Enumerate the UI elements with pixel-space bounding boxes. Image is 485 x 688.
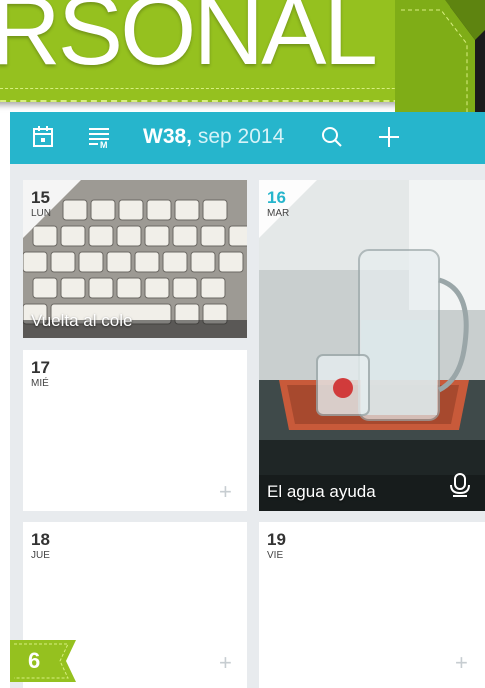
banner-stitch — [0, 88, 450, 89]
app-toolbar: M W38, sep 2014 — [10, 112, 485, 164]
month-view-icon[interactable]: M — [86, 124, 112, 150]
day-name: MIÉ — [31, 378, 49, 389]
week-label: W38, — [143, 125, 193, 148]
day-number: 19 — [267, 530, 286, 549]
day-name: VIE — [267, 550, 284, 561]
day-number: 16 — [267, 188, 286, 207]
entry-caption: El agua ayuda — [267, 482, 376, 501]
page-number: 6 — [28, 648, 41, 673]
day-name: LUN — [31, 208, 52, 219]
page-badge — [10, 640, 76, 682]
day-number: 18 — [31, 530, 50, 549]
microphone-icon[interactable] — [449, 472, 471, 498]
day-name: JUE — [31, 550, 50, 561]
week-grid: 15 LUN Vuelta al cole 16 MAR El agua ayu… — [10, 164, 485, 688]
add-entry-icon[interactable]: + — [455, 652, 468, 674]
week-title[interactable]: W38, sep 2014 — [143, 125, 284, 149]
day-cell-19[interactable]: 19 VIE + — [259, 522, 485, 688]
add-icon[interactable] — [376, 124, 402, 150]
add-entry-icon[interactable]: + — [219, 652, 232, 674]
day-number: 17 — [31, 358, 50, 377]
entry-caption: Vuelta al cole — [31, 311, 133, 330]
svg-text:M: M — [100, 140, 108, 150]
day-cell-16[interactable]: 16 MAR El agua ayuda — [259, 180, 485, 511]
search-icon[interactable] — [319, 124, 345, 150]
day-number: 15 — [31, 188, 50, 207]
calendar-icon[interactable] — [30, 124, 56, 150]
day-cell-15[interactable]: 15 LUN Vuelta al cole — [23, 180, 247, 338]
banner-title: RSONAL — [0, 0, 378, 80]
day-cell-17[interactable]: 17 MIÉ + — [23, 350, 247, 511]
month-label: sep 2014 — [197, 125, 285, 148]
day-name: MAR — [267, 208, 290, 219]
add-entry-icon[interactable]: + — [219, 481, 232, 503]
magazine-banner: RSONAL — [0, 0, 450, 102]
